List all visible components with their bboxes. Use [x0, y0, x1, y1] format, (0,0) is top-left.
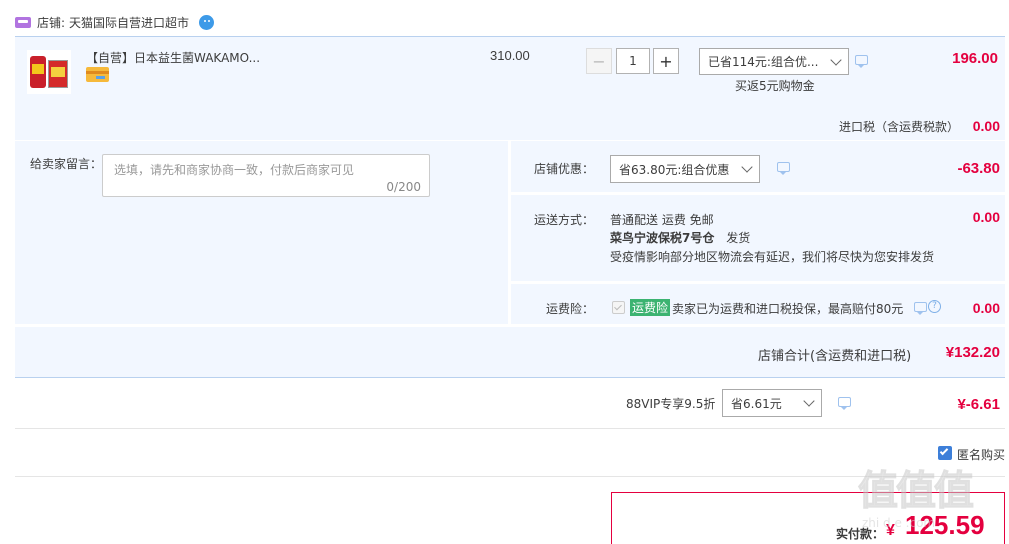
vip-label: 88VIP专享9.5折 [626, 397, 716, 411]
shipping-value: 0.00 [972, 209, 1000, 225]
site-watermark: 值值值 zhi d e .com [858, 458, 1006, 538]
qty-input[interactable]: 1 [616, 48, 650, 74]
discount-label: 店铺优惠： [534, 162, 595, 176]
message-counter: 0/200 [386, 180, 421, 194]
divider [15, 476, 1005, 477]
product-title[interactable]: 【自营】日本益生菌WAKAMO... [86, 49, 260, 66]
chat-bubble-icon[interactable] [914, 302, 927, 315]
import-tax-value: 0.00 [972, 118, 1000, 134]
qty-plus-button[interactable]: + [653, 48, 679, 74]
product-thumbnail[interactable] [27, 50, 71, 94]
help-icon[interactable]: ? [928, 300, 941, 313]
shipping-label: 运送方式： [534, 213, 595, 227]
insurance-badge: 运费险 [630, 299, 671, 316]
insurance-value: 0.00 [972, 300, 1000, 316]
chevron-down-icon [830, 53, 842, 66]
warehouse-suffix: 发货 [726, 231, 751, 245]
seller-message-input[interactable]: 选填，请先和商家协商一致，付款后商家可见 0/200 [102, 154, 430, 197]
item-promo-select[interactable]: 已省114元:组合优... [699, 48, 849, 75]
shop-discount-select[interactable]: 省63.80元:组合优惠 [610, 155, 760, 183]
credit-card-icon [86, 67, 109, 82]
shipping-notice: 受疫情影响部分地区物流会有延迟，我们将尽快为您安排发货 [610, 250, 935, 264]
chat-bubble-icon[interactable] [855, 55, 868, 68]
shipping-line1: 普通配送 运费 免邮 [610, 213, 714, 227]
message-label: 给卖家留言： [30, 157, 103, 171]
insurance-checkbox[interactable] [612, 301, 625, 314]
vip-discount-select[interactable]: 省6.61元 [722, 389, 822, 417]
message-placeholder: 选填，请先和商家协商一致，付款后商家可见 [114, 163, 355, 177]
watermark-text: 值值值 [858, 468, 975, 515]
divider [15, 428, 1005, 429]
unit-price: 310.00 [490, 48, 530, 63]
shop-name[interactable]: 天猫国际自营进口超市 [69, 14, 189, 31]
item-subtotal: 196.00 [952, 50, 998, 67]
vip-value: ¥-6.61 [957, 396, 1000, 413]
shipping-line2: 菜鸟宁波保税7号仓 发货 [610, 229, 750, 246]
chat-bubble-icon[interactable] [838, 397, 851, 410]
watermark-sub: zhi d e .com [862, 516, 936, 530]
insurance-label: 运费险： [546, 302, 595, 316]
tmall-shop-icon [15, 16, 31, 28]
shop-total-value: ¥132.20 [945, 344, 1000, 361]
import-tax-label: 进口税（含运费税款） [839, 120, 960, 134]
shop-header: 店铺: 天猫国际自营进口超市 [15, 12, 215, 32]
wangwang-chat-icon[interactable] [199, 14, 215, 30]
warehouse-name: 菜鸟宁波保税7号仓 [610, 231, 715, 245]
qty-minus-button[interactable]: − [586, 48, 612, 74]
shop-total-label: 店铺合计(含运费和进口税) [758, 349, 912, 364]
shipping-panel [511, 195, 1005, 281]
shop-label: 店铺: [37, 15, 66, 30]
chat-bubble-icon[interactable] [777, 162, 790, 175]
insurance-text: 卖家已为运费和进口税投保，最高赔付80元 [672, 302, 904, 316]
discount-value: -63.80 [957, 160, 1000, 177]
chevron-down-icon [803, 395, 815, 407]
chevron-down-icon [741, 161, 753, 173]
cashback-text: 买返5元购物金 [735, 79, 815, 93]
